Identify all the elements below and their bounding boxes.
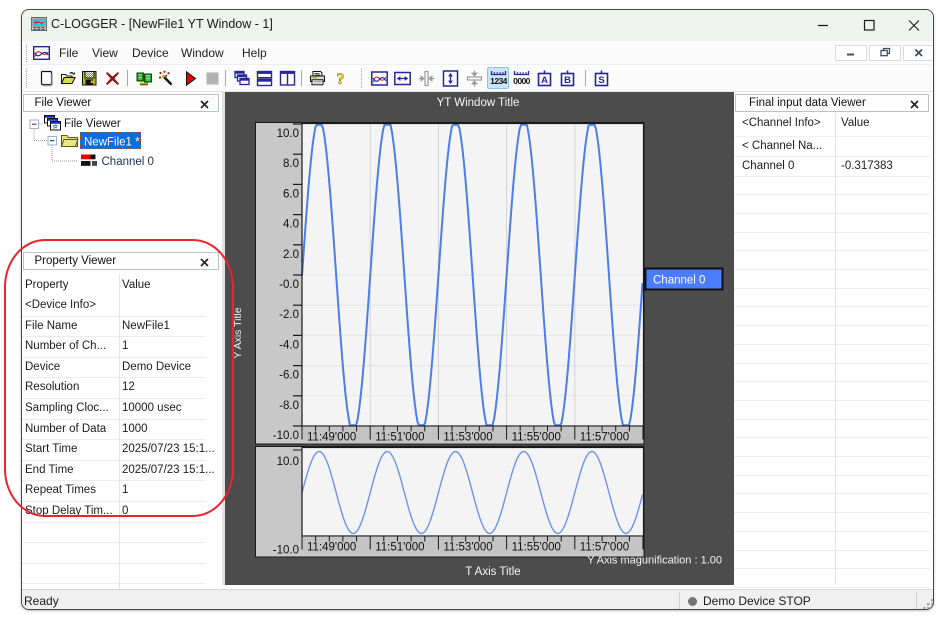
svg-text:File Viewer: File Viewer (64, 118, 121, 130)
svg-text:11:51'000: 11:51'000 (375, 542, 424, 554)
svg-text:Y Axis magunification : 1.00: Y Axis magunification : 1.00 (587, 555, 722, 567)
svg-text:B: B (564, 74, 571, 85)
svg-text:0000: 0000 (513, 76, 530, 86)
svg-text:T Axis Title: T Axis Title (465, 566, 520, 578)
svg-text:1234: 1234 (490, 76, 507, 86)
svg-text:-10.0: -10.0 (273, 545, 299, 557)
svg-text:YT Window Title: YT Window Title (437, 97, 520, 109)
svg-text:-8.0: -8.0 (279, 400, 299, 412)
svg-text:11:55'000: 11:55'000 (512, 432, 561, 444)
svg-text:6.0: 6.0 (283, 188, 299, 200)
svg-text:11:49'000: 11:49'000 (307, 432, 356, 444)
svg-text:11:49'000: 11:49'000 (307, 542, 356, 554)
svg-text:Channel 0: Channel 0 (653, 275, 705, 287)
svg-text:S: S (598, 74, 604, 85)
svg-text:Channel 0: Channel 0 (102, 156, 154, 168)
svg-text:8.0: 8.0 (283, 158, 299, 170)
svg-text:11:57'000: 11:57'000 (580, 432, 629, 444)
svg-text:Y Axis Title: Y Axis Title (232, 307, 244, 358)
svg-text:?: ? (337, 71, 345, 87)
svg-text:NewFile1 *: NewFile1 * (84, 137, 140, 149)
svg-text:-4.0: -4.0 (279, 339, 299, 351)
svg-text:-6.0: -6.0 (279, 370, 299, 382)
svg-text:-10.0: -10.0 (273, 430, 299, 442)
svg-text:4.0: 4.0 (283, 219, 299, 231)
svg-text:2.0: 2.0 (283, 249, 299, 261)
svg-text:-0.0: -0.0 (279, 279, 299, 291)
svg-text:10.0: 10.0 (277, 128, 299, 140)
svg-text:11:51'000: 11:51'000 (375, 432, 424, 444)
svg-text:11:55'000: 11:55'000 (512, 542, 561, 554)
svg-text:11:53'000: 11:53'000 (443, 542, 492, 554)
svg-text:10.0: 10.0 (277, 456, 299, 468)
svg-text:-2.0: -2.0 (279, 309, 299, 321)
svg-text:11:57'000: 11:57'000 (580, 542, 629, 554)
svg-text:11:53'000: 11:53'000 (443, 432, 492, 444)
svg-text:A: A (541, 74, 548, 85)
